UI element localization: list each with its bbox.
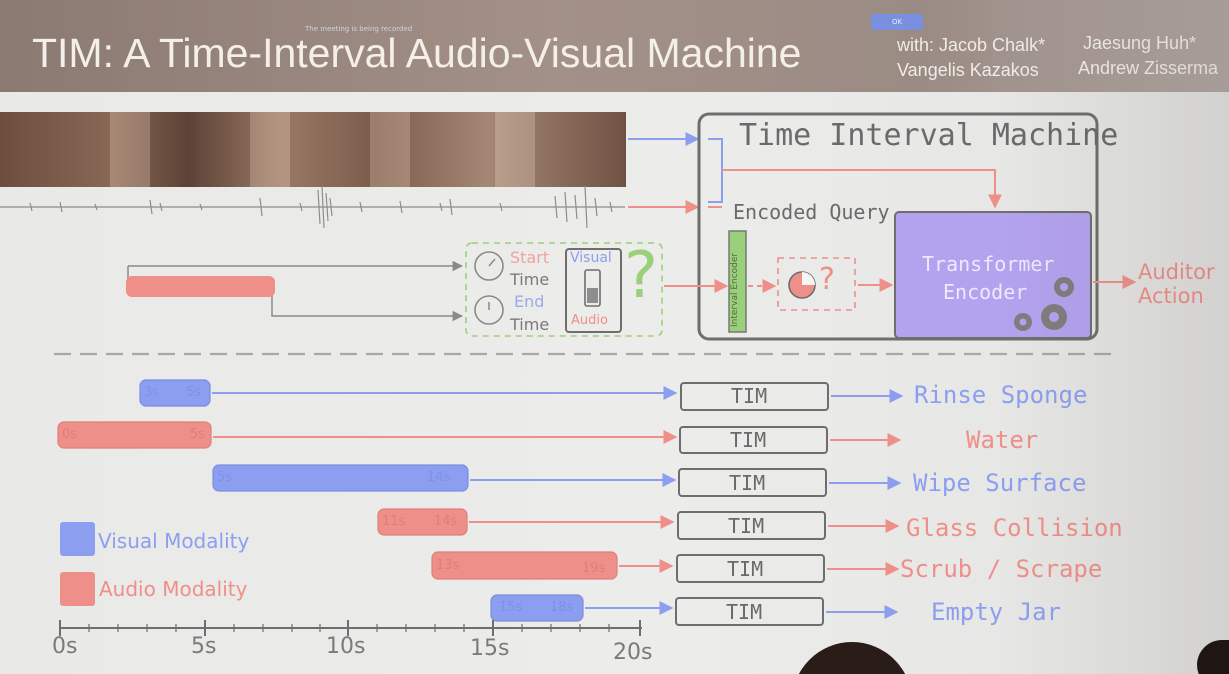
end-time-label: Time — [510, 315, 550, 334]
encoder-label: Encoder — [943, 280, 1028, 304]
action-label: Scrub / Scrape — [900, 555, 1103, 583]
tim-box-label: TIM — [727, 557, 764, 581]
bar-end-label: 5s — [190, 427, 206, 442]
bar-start-label: 0s — [62, 427, 78, 442]
axis-tick-label: 10s — [326, 634, 366, 659]
output-label-1: Auditor — [1138, 260, 1215, 284]
bar-start-label: 13s — [436, 558, 460, 573]
axis-tick-label: 5s — [191, 634, 217, 659]
bar-start-label: 11s — [382, 514, 406, 529]
action-label: Water — [966, 426, 1039, 454]
bar-end-label: 19s — [582, 561, 606, 576]
output-label-2: Action — [1138, 284, 1204, 308]
bar-end-label: 5s — [186, 385, 202, 400]
bar-start-label: 15s — [499, 600, 523, 615]
action-label: Empty Jar — [931, 598, 1062, 626]
tim-box-label: TIM — [728, 514, 765, 538]
tim-box-label: TIM — [730, 428, 767, 452]
start-time-label: Time — [510, 270, 550, 289]
transformer-label: Transformer — [922, 252, 1055, 276]
tim-box-label: TIM — [726, 600, 763, 624]
interval-encoder-label: Interval Encoder — [730, 252, 740, 327]
bar-start-label: 5s — [217, 470, 233, 485]
bar-end-label: 14s — [427, 470, 451, 485]
axis-tick-label: 0s — [52, 634, 78, 659]
action-label: Rinse Sponge — [914, 381, 1088, 409]
bar-end-label: 14s — [434, 514, 458, 529]
start-label: Start — [510, 248, 550, 267]
bar-end-label: 18s — [550, 600, 574, 615]
legend-visual-label: Visual Modality — [98, 529, 250, 553]
question-mark-large: ? — [624, 239, 658, 313]
audio-waveform — [0, 185, 625, 229]
legend-audio-label: Audio Modality — [99, 577, 248, 601]
axis-tick-label: 20s — [613, 640, 653, 665]
end-label: End — [514, 292, 545, 311]
tim-box-label: TIM — [729, 471, 766, 495]
question-mark-small: ? — [819, 262, 835, 297]
bar-start-label: 3s — [144, 385, 160, 400]
encoded-query-label: Encoded Query — [733, 200, 890, 224]
modality-visual-label: Visual — [570, 250, 612, 266]
presentation-slide: The meeting is being recorded OK TIM: A … — [0, 0, 1229, 674]
action-label: Wipe Surface — [913, 469, 1087, 497]
tim-box-label: TIM — [731, 384, 768, 408]
action-label: Glass Collision — [906, 514, 1123, 542]
axis-tick-label: 15s — [470, 636, 510, 661]
modality-audio-label: Audio — [571, 313, 608, 328]
machine-label: Time Interval Machine — [739, 118, 1119, 153]
